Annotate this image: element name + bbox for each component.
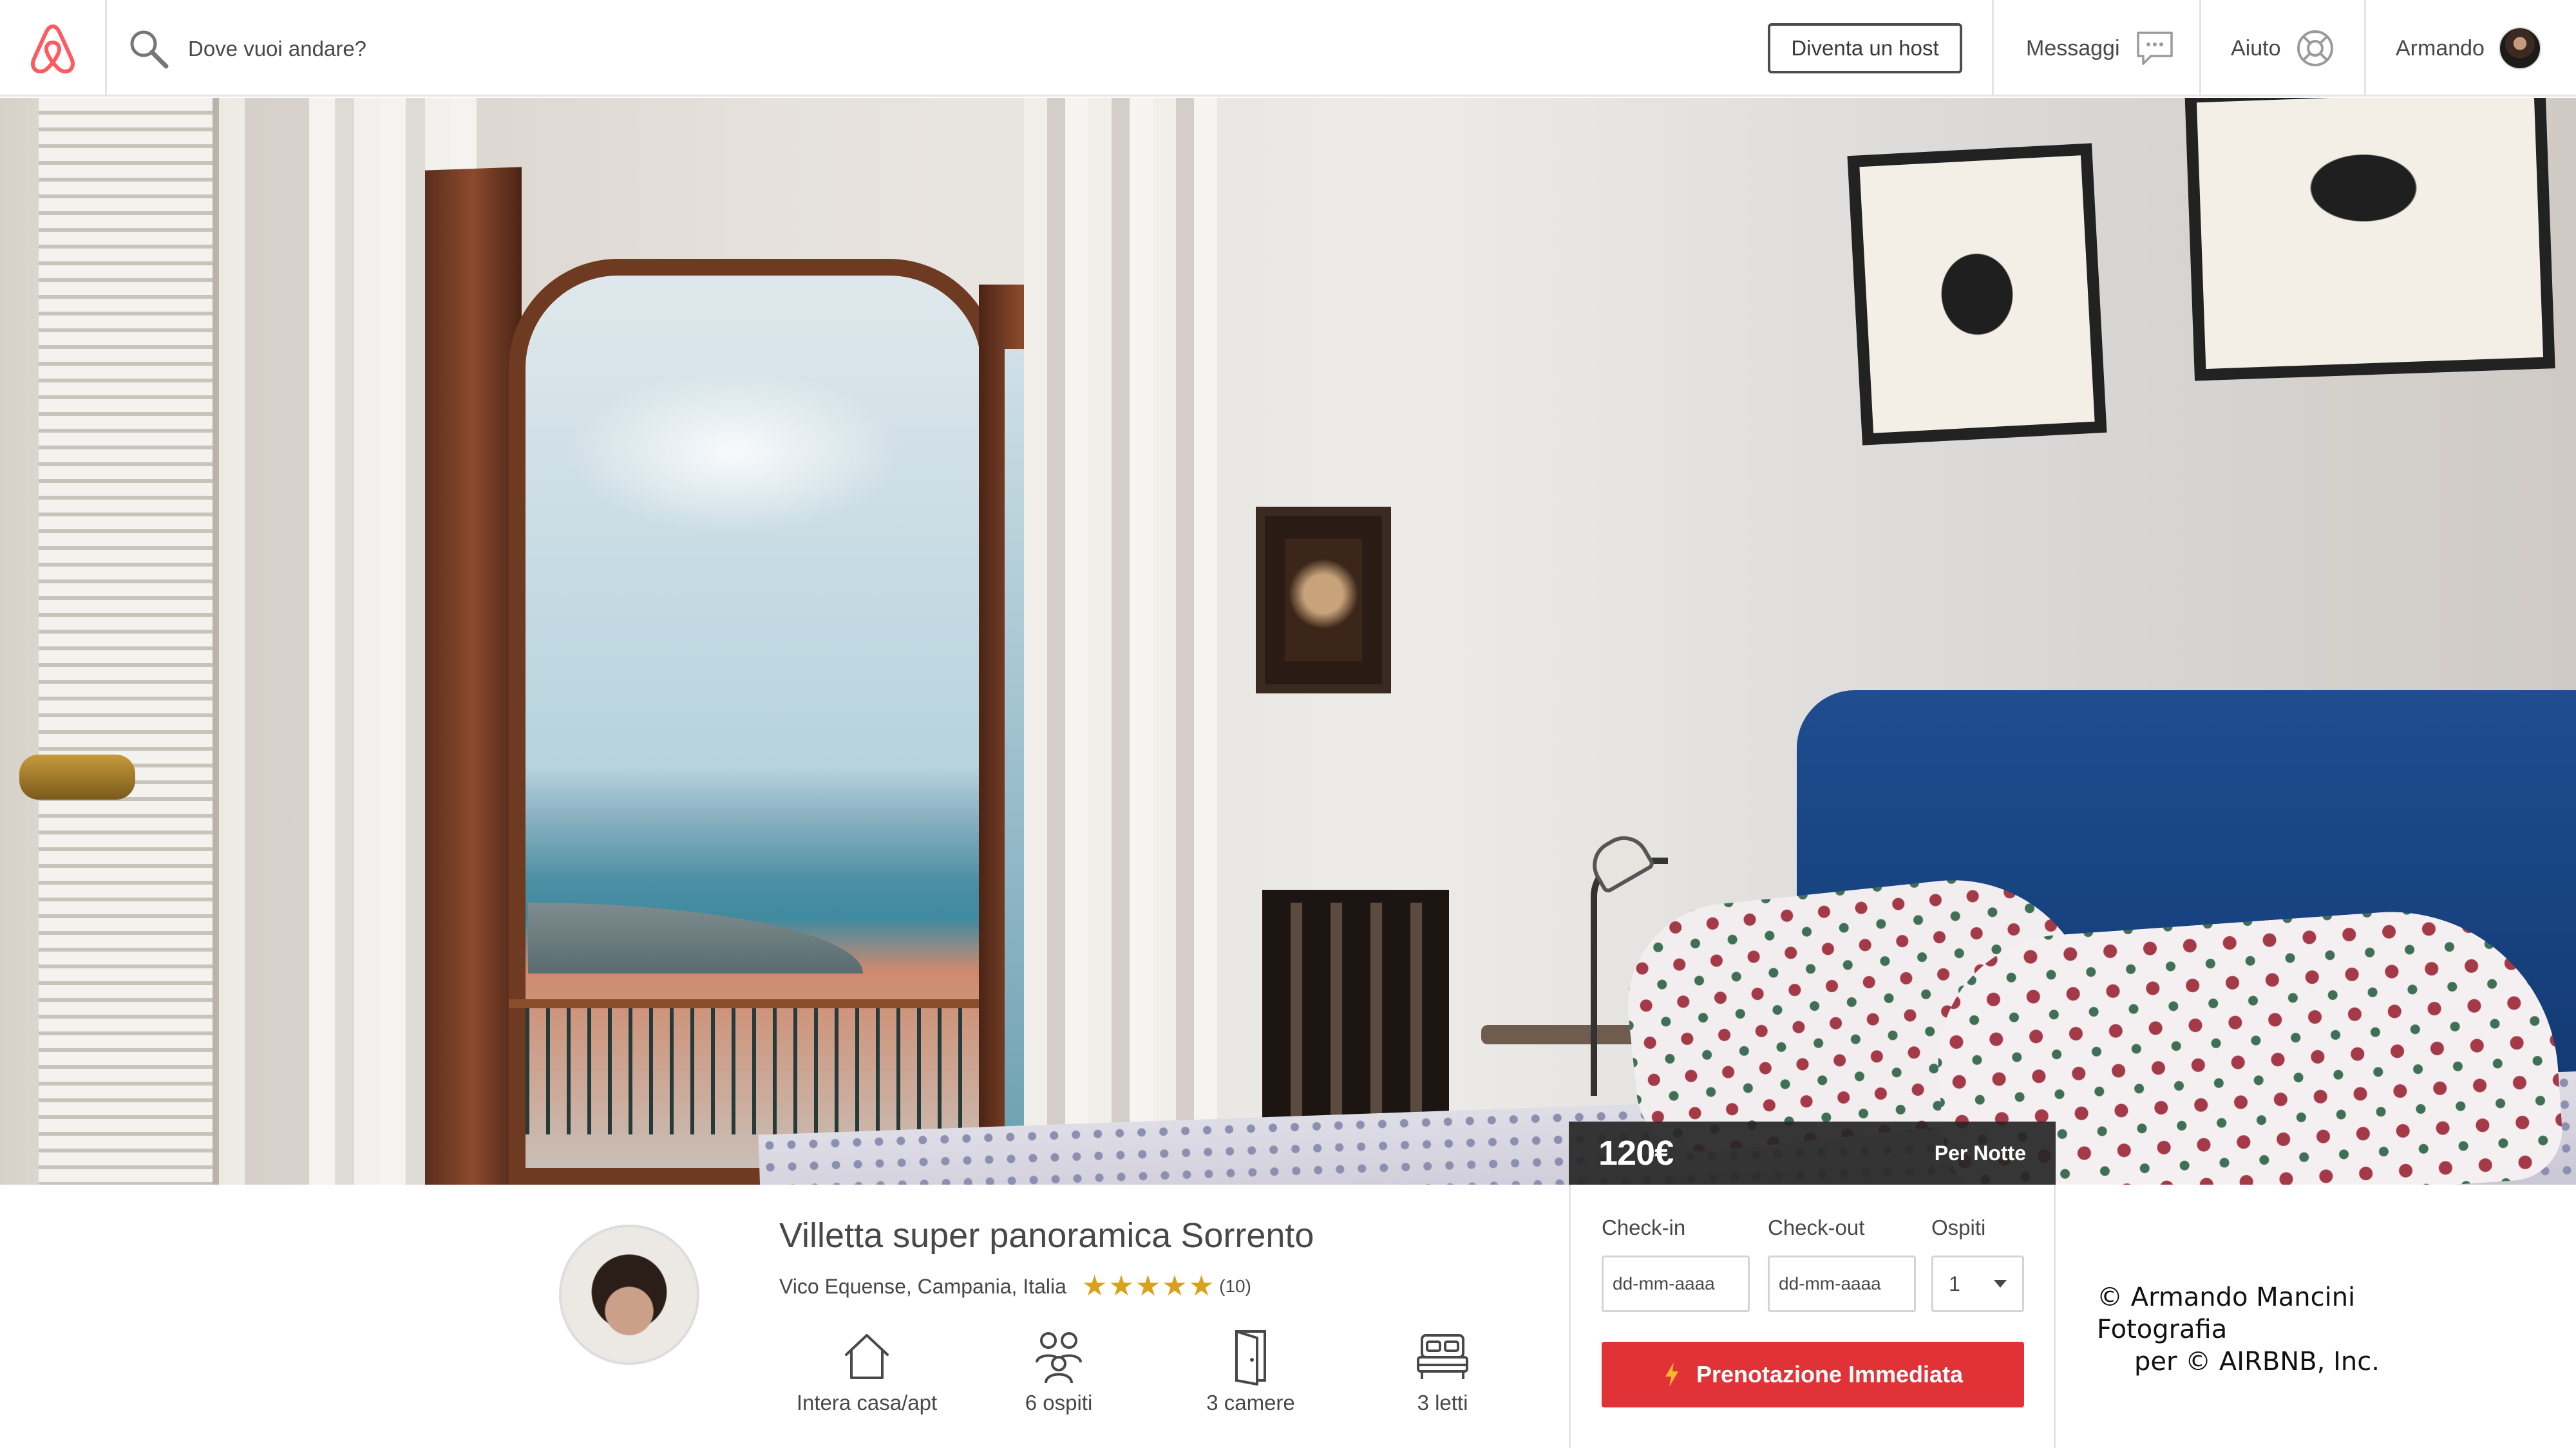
- house-icon: [845, 1334, 889, 1379]
- amenity-home-type: Intera casa/apt: [770, 1326, 963, 1415]
- checkin-label: Check-in: [1602, 1216, 1686, 1239]
- booking-panel: Check-in Check-out Ospiti 1 Prenotazione…: [1569, 1185, 2056, 1448]
- checkout-date-input[interactable]: [1768, 1255, 1916, 1312]
- photo-door-handle: [19, 755, 135, 800]
- photo-cloud: [567, 368, 902, 536]
- listing-title: Villetta super panoramica Sorrento: [779, 1216, 1314, 1255]
- top-navbar: Diventa un host Messaggi Aiuto Armando: [0, 0, 2576, 97]
- listing-location: Vico Equense, Campania, Italia: [779, 1274, 1066, 1298]
- guests-value: 1: [1949, 1272, 1960, 1295]
- logo-link[interactable]: [0, 0, 107, 97]
- location-rating-row: Vico Equense, Campania, Italia ★★★★★ (10…: [779, 1272, 1251, 1301]
- nightly-price: 120€: [1598, 1134, 1674, 1172]
- guests-icon: [1036, 1332, 1082, 1384]
- photo-balcony-railing: [509, 999, 998, 1134]
- star-rating-icon: ★★★★★: [1081, 1270, 1216, 1302]
- chevron-down-icon: [1994, 1280, 2007, 1288]
- help-link[interactable]: Aiuto: [2199, 0, 2364, 97]
- amenity-bedrooms: 3 camere: [1154, 1326, 1347, 1415]
- user-name: Armando: [2396, 35, 2485, 61]
- search-icon: [130, 30, 169, 69]
- door-icon: [1235, 1330, 1266, 1386]
- amenity-beds-label: 3 letti: [1417, 1391, 1468, 1415]
- user-menu[interactable]: Armando: [2364, 0, 2576, 97]
- photo-curtain-right: [1024, 98, 1217, 1185]
- checkin-date-input[interactable]: [1602, 1255, 1750, 1312]
- photo-small-painting-image: [1285, 539, 1362, 661]
- price-bar: 120€ Per Notte: [1569, 1122, 2056, 1185]
- photo-framed-print-1-image: [1902, 210, 2052, 379]
- bed-icon: [1417, 1334, 1468, 1379]
- lifebuoy-icon: [2297, 30, 2333, 66]
- checkout-label: Check-out: [1768, 1216, 1865, 1239]
- messages-link[interactable]: Messaggi: [1992, 0, 2199, 97]
- airbnb-logo-icon: [30, 24, 75, 73]
- watermark-line-1: © Armando Mancini Fotografia: [2097, 1283, 2356, 1344]
- guests-select[interactable]: 1: [1931, 1255, 2024, 1312]
- search-input[interactable]: [188, 37, 587, 61]
- host-avatar[interactable]: [559, 1225, 699, 1365]
- messages-label: Messaggi: [2026, 35, 2120, 61]
- help-label: Aiuto: [2231, 35, 2281, 61]
- watermark-line-2: per © AIRBNB, Inc.: [2134, 1347, 2380, 1377]
- amenity-bedrooms-label: 3 camere: [1206, 1391, 1295, 1415]
- amenity-beds: 3 letti: [1346, 1326, 1539, 1415]
- listing-hero-photo[interactable]: [0, 98, 2576, 1185]
- chat-bubble-icon: [2136, 32, 2173, 65]
- instant-book-button[interactable]: Prenotazione Immediata: [1602, 1342, 2024, 1407]
- review-count[interactable]: (10): [1219, 1276, 1251, 1297]
- photo-shutter: [39, 98, 219, 1185]
- per-night-label: Per Notte: [1934, 1141, 2026, 1165]
- amenity-guests-label: 6 ospiti: [1025, 1391, 1093, 1415]
- lightning-bolt-icon: [1665, 1362, 1678, 1387]
- photo-door-frame-left: [425, 167, 522, 1185]
- photo-framed-print-2-image: [2241, 111, 2486, 265]
- copyright-watermark: © Armando Mancini Fotografia per © AIRBN…: [2097, 1281, 2483, 1378]
- become-host-button[interactable]: Diventa un host: [1768, 23, 1962, 73]
- instant-book-label: Prenotazione Immediata: [1696, 1361, 1964, 1387]
- amenity-guests: 6 ospiti: [962, 1326, 1155, 1415]
- guests-label: Ospiti: [1931, 1216, 1986, 1239]
- user-avatar: [2498, 27, 2541, 70]
- amenity-home-type-label: Intera casa/apt: [796, 1391, 938, 1415]
- search-bar[interactable]: [126, 26, 641, 72]
